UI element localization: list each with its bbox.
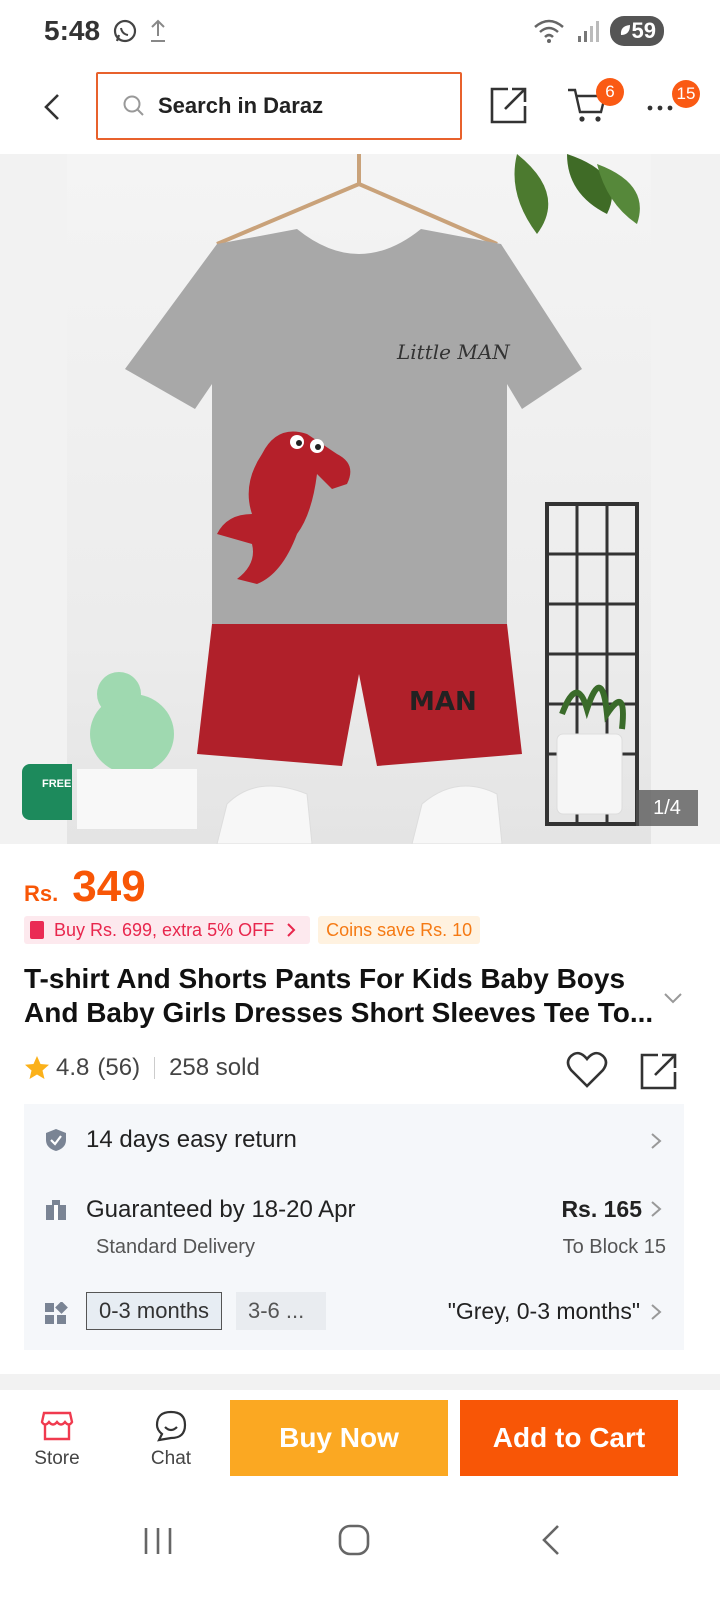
delivery-box-icon: [46, 1200, 66, 1220]
bottom-action-bar: Store Chat Buy Now Add to Cart: [0, 1390, 720, 1490]
section-divider: [0, 1374, 720, 1390]
wifi-icon: [533, 19, 564, 43]
chat-label: Chat: [150, 1448, 192, 1469]
star-icon: [25, 1056, 49, 1079]
product-gallery[interactable]: Little MAN MAN FREE 1/4: [0, 154, 720, 844]
voucher-promo-text: Buy Rs. 699, extra 5% OFF: [54, 919, 275, 940]
battery-icon: 59: [609, 16, 664, 46]
price-value: 349: [72, 862, 146, 911]
battery-level: 59: [631, 18, 656, 43]
chevron-down-icon[interactable]: [662, 990, 684, 1006]
variant-option-selected[interactable]: 0-3 months: [86, 1292, 223, 1330]
back-button[interactable]: [32, 84, 72, 130]
shield-check-icon: [46, 1129, 66, 1151]
add-to-cart-button[interactable]: Add to Cart: [460, 1400, 678, 1476]
search-icon: [123, 95, 144, 116]
chevron-right-icon: [651, 1133, 662, 1149]
return-policy-text: 14 days easy return: [86, 1126, 297, 1153]
chat-button[interactable]: Chat: [134, 1410, 208, 1480]
shirt-print-text: Little MAN: [396, 340, 511, 364]
share-button[interactable]: [488, 84, 532, 128]
chat-icon: [155, 1410, 187, 1442]
chevron-right-icon: [287, 923, 296, 937]
signal-icon: [577, 21, 599, 42]
share-icon: [640, 1053, 677, 1090]
buy-now-button[interactable]: Buy Now: [230, 1400, 448, 1476]
return-policy-row[interactable]: 14 days easy return: [24, 1104, 684, 1176]
variant-row[interactable]: 0-3 months 3-6 ... "Grey, 0-3 months": [24, 1276, 684, 1348]
system-nav-bar: [0, 1490, 720, 1600]
store-button[interactable]: Store: [20, 1410, 94, 1480]
divider: [154, 1057, 156, 1079]
message-count-badge: 15: [672, 80, 700, 108]
chevron-right-icon: [651, 1201, 662, 1217]
search-input[interactable]: Search in Daraz: [96, 72, 462, 140]
free-badge-text: FREE: [42, 778, 72, 790]
top-nav: Search in Daraz 6 15: [0, 62, 720, 152]
home-icon[interactable]: [334, 1520, 374, 1560]
heart-icon: [566, 1051, 608, 1088]
store-icon: [40, 1411, 74, 1441]
price-row: Rs. 349: [24, 862, 146, 912]
more-dots-icon: [647, 105, 673, 111]
product-title[interactable]: T-shirt And Shorts Pants For Kids Baby B…: [24, 962, 654, 1030]
wishlist-button[interactable]: [566, 1050, 610, 1092]
upload-icon: [151, 19, 166, 42]
cart-button[interactable]: 6: [566, 78, 624, 132]
chevron-left-icon: [44, 94, 59, 120]
promo-row: Buy Rs. 699, extra 5% OFF Coins save Rs.…: [24, 916, 481, 944]
status-bar: 5:48 59: [0, 0, 720, 62]
product-image[interactable]: Little MAN MAN: [67, 154, 651, 844]
search-placeholder: Search in Daraz: [158, 93, 324, 118]
chevron-right-icon: [651, 1304, 662, 1320]
variant-option[interactable]: 3-6 ...: [236, 1292, 326, 1330]
selected-variant-text: "Grey, 0-3 months": [447, 1298, 640, 1324]
coins-promo: Coins save Rs. 10: [318, 916, 481, 944]
delivery-date-text: Guaranteed by 18-20 Apr: [86, 1196, 356, 1223]
share-product-button[interactable]: [638, 1050, 682, 1092]
delivery-location: To Block 15: [562, 1236, 666, 1258]
back-nav-icon[interactable]: [532, 1520, 572, 1560]
image-counter: 1/4: [636, 790, 698, 826]
sold-count: 258 sold: [169, 1054, 260, 1081]
rating-row[interactable]: 4.8 (56) 258 sold: [24, 1054, 260, 1082]
store-label: Store: [34, 1448, 80, 1469]
cart-count-badge: 6: [596, 78, 624, 106]
free-delivery-badge: FREE: [22, 764, 72, 820]
rating-value: 4.8: [56, 1054, 90, 1081]
rating-count: (56): [97, 1054, 141, 1081]
voucher-promo[interactable]: Buy Rs. 699, extra 5% OFF: [24, 916, 311, 944]
whatsapp-icon: [113, 19, 137, 43]
share-icon: [490, 87, 527, 124]
svg-text:MAN: MAN: [409, 687, 477, 717]
delivery-price: Rs. 165: [561, 1196, 642, 1222]
service-info-panel: 14 days easy return Guaranteed by 18-20 …: [24, 1104, 684, 1350]
variant-grid-icon: [45, 1302, 68, 1324]
delivery-row[interactable]: Guaranteed by 18-20 Apr Standard Deliver…: [24, 1180, 684, 1270]
more-menu-button[interactable]: 15: [646, 80, 706, 132]
price-currency: Rs.: [24, 881, 59, 906]
delivery-type-text: Standard Delivery: [96, 1236, 255, 1258]
status-time: 5:48: [44, 15, 101, 46]
recent-apps-icon[interactable]: [138, 1520, 178, 1560]
voucher-icon: [30, 921, 44, 939]
